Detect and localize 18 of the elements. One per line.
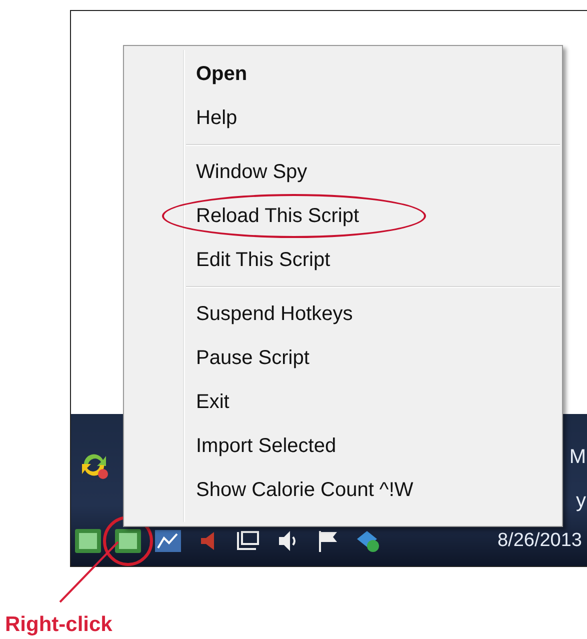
menu-item[interactable]: Edit This Script — [184, 238, 342, 282]
menu-item[interactable]: Reload This Script — [162, 194, 426, 238]
menu-item[interactable]: Window Spy — [184, 150, 320, 194]
flag-icon[interactable] — [317, 529, 339, 553]
date-text: 8/26/2013 — [497, 530, 583, 552]
menu-item[interactable]: Suspend Hotkeys — [184, 292, 365, 336]
menu-item[interactable]: Import Selected — [184, 424, 348, 468]
menu-item[interactable]: Exit — [184, 380, 242, 424]
speaker-icon[interactable] — [199, 530, 217, 552]
menu-item[interactable]: Show Calorie Count ^!W — [184, 468, 426, 512]
menu-item[interactable]: Open — [184, 52, 260, 96]
menu-item[interactable]: Help — [184, 96, 250, 140]
sync-icon[interactable] — [355, 529, 381, 553]
clock-text: y — [576, 490, 586, 513]
menu-item[interactable]: Pause Script — [184, 336, 322, 380]
chart-icon[interactable] — [155, 530, 181, 552]
clock-text: M — [569, 446, 586, 469]
annotation-label: Right-click — [5, 613, 112, 637]
